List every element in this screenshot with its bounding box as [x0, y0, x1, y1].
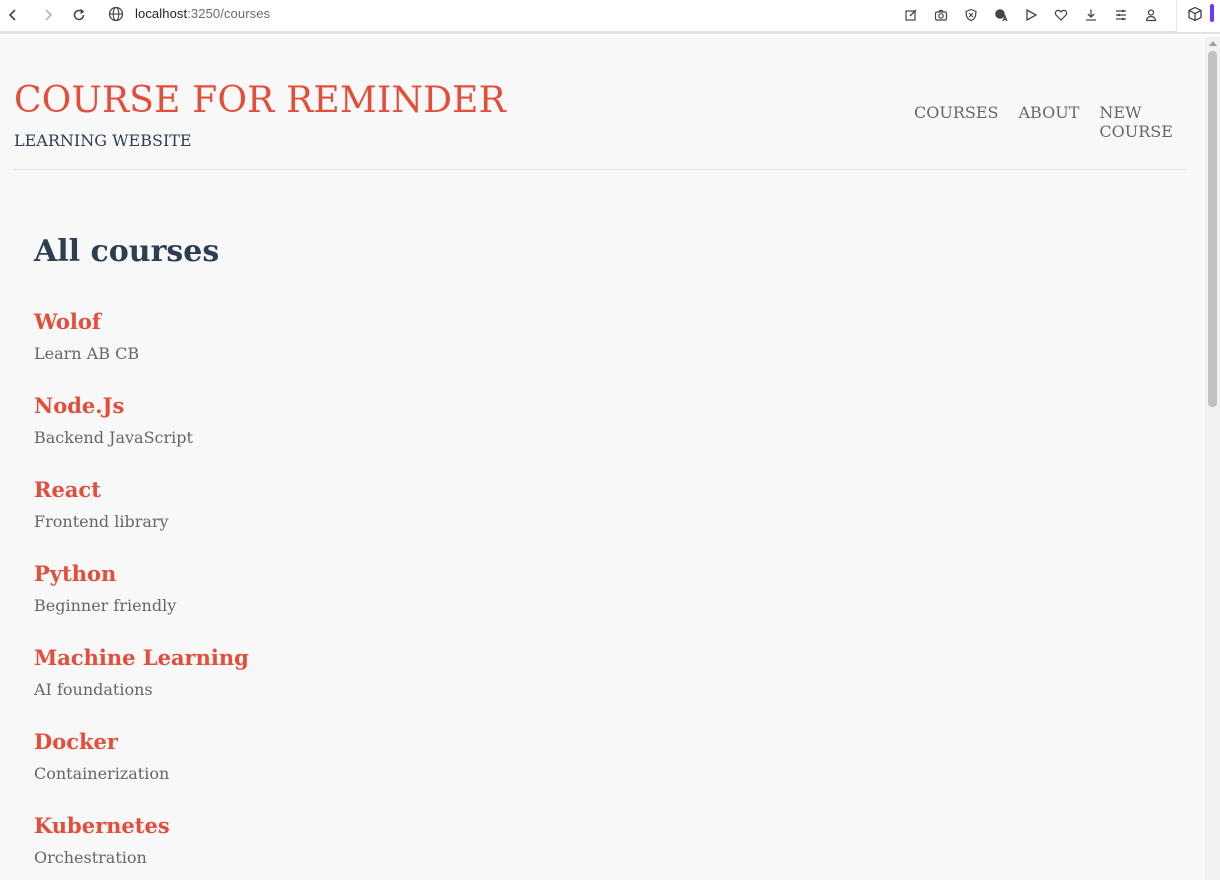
download-icon[interactable] [1080, 4, 1102, 26]
globe-icon [108, 6, 124, 22]
course-description: Containerization [34, 764, 170, 783]
course-description: Orchestration [34, 848, 147, 867]
sidebar-toggle[interactable] [1176, 0, 1220, 32]
course-item: Wolof Learn AB CB [34, 308, 249, 392]
browser-toolbar: localhost:3250/courses [0, 0, 1220, 34]
course-title-link[interactable]: Node.Js [34, 392, 249, 420]
nav-about[interactable]: ABOUT [1019, 103, 1080, 141]
cube-icon [1188, 6, 1202, 22]
course-title-link[interactable]: React [34, 476, 249, 504]
address-bar[interactable]: localhost:3250/courses [135, 6, 270, 21]
nav-new-course[interactable]: NEW COURSE [1099, 103, 1205, 141]
course-item: React Frontend library [34, 476, 249, 560]
menu-list-icon[interactable] [1110, 4, 1132, 26]
profile-icon[interactable] [1140, 4, 1162, 26]
course-title-link[interactable]: Kubernetes [34, 812, 249, 840]
main-nav: COURSES ABOUT NEW COURSE [914, 103, 1205, 141]
reload-icon[interactable] [68, 4, 90, 26]
course-item: Machine Learning AI foundations [34, 644, 249, 728]
url-host: localhost [135, 6, 188, 21]
page-viewport: COURSE FOR REMINDER LEARNING WEBSITE COU… [0, 37, 1205, 880]
forward-icon[interactable] [37, 4, 59, 26]
course-description: Learn AB CB [34, 344, 140, 363]
course-title-link[interactable]: Docker [34, 728, 249, 756]
camera-icon[interactable] [930, 4, 952, 26]
nav-courses[interactable]: COURSES [914, 103, 999, 141]
course-title-link[interactable]: Python [34, 560, 249, 588]
course-description: AI foundations [34, 680, 153, 699]
course-description: Backend JavaScript [34, 428, 193, 447]
course-list: Wolof Learn AB CB Node.Js Backend JavaSc… [34, 308, 249, 880]
course-title-link[interactable]: Wolof [34, 308, 249, 336]
url-path: :3250/courses [187, 6, 271, 21]
page-scrollbar[interactable] [1205, 37, 1220, 880]
active-indicator [1210, 4, 1214, 22]
course-item: Docker Containerization [34, 728, 249, 812]
scroll-up-arrow-icon[interactable] [1209, 41, 1217, 46]
back-icon[interactable] [2, 4, 24, 26]
scroll-thumb[interactable] [1208, 51, 1217, 407]
site-subtitle: LEARNING WEBSITE [14, 131, 192, 150]
site-title[interactable]: COURSE FOR REMINDER [14, 80, 506, 121]
course-description: Beginner friendly [34, 596, 177, 615]
translate-icon[interactable] [990, 4, 1012, 26]
course-item: Node.Js Backend JavaScript [34, 392, 249, 476]
play-icon[interactable] [1020, 4, 1042, 26]
edit-icon[interactable] [900, 4, 922, 26]
course-title-link[interactable]: Machine Learning [34, 644, 249, 672]
course-item: Python Beginner friendly [34, 560, 249, 644]
course-item: Kubernetes Orchestration [34, 812, 249, 880]
header-divider [13, 169, 1185, 170]
course-description: Frontend library [34, 512, 169, 531]
heart-icon[interactable] [1050, 4, 1072, 26]
shield-icon[interactable] [960, 4, 982, 26]
page-heading: All courses [34, 234, 220, 269]
